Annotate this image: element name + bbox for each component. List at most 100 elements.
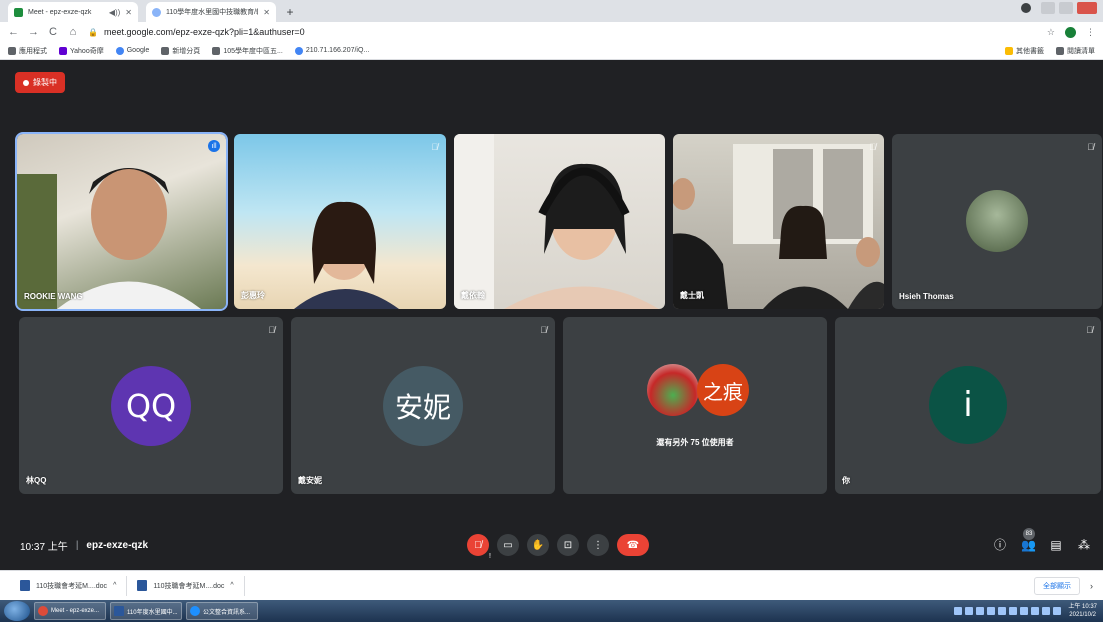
participant-video [17, 168, 201, 309]
forward-icon[interactable]: → [28, 26, 39, 38]
more-options-button[interactable]: ⋮ [587, 534, 609, 556]
browser-tab[interactable]: Meet - epz-exze-qzk ◀)) ✕ [8, 2, 138, 22]
people-button[interactable]: 83 👥 [1021, 527, 1036, 552]
tab-title: 110學年度水里國中技職教育/轉職... [166, 9, 258, 16]
close-window-button[interactable] [1077, 2, 1097, 14]
show-all-downloads-button[interactable]: 全部顯示 [1034, 576, 1080, 595]
tray-icon[interactable] [1009, 607, 1018, 615]
participant-tile[interactable]: 🎙̸ 彭惠玲 [234, 134, 446, 309]
new-tab-button[interactable]: + [282, 4, 298, 20]
self-tile[interactable]: i 🎙̸ 你 [835, 317, 1101, 494]
download-item[interactable]: 110技職會考延M....doc ^ [10, 575, 128, 596]
participant-tile[interactable]: ıll ROOKIE WANG [15, 132, 228, 311]
people-icon: 👥 [1021, 537, 1036, 552]
alert-badge-icon: ! [489, 553, 491, 560]
bookmark-google[interactable]: Google [115, 46, 149, 55]
participant-tile[interactable]: 🎙̸ 戴士凱 [673, 134, 884, 309]
word-file-icon [20, 580, 30, 591]
tray-icon[interactable] [987, 607, 996, 615]
present-button[interactable]: ⊡ [557, 534, 579, 556]
raise-hand-button[interactable]: ✋ [527, 534, 549, 556]
google-icon [115, 46, 124, 55]
close-downloads-icon[interactable]: › [1090, 581, 1093, 591]
tab-title: Meet - epz-exze-qzk [28, 8, 92, 16]
microphone-button[interactable]: 🎙̸! [467, 534, 491, 560]
chevron-up-icon[interactable]: ^ [230, 582, 233, 589]
taskbar-chrome[interactable]: Meet - epz-exze... [34, 602, 106, 620]
tab-audio-icon[interactable]: ◀)) [109, 8, 120, 17]
home-icon[interactable]: ⌂ [68, 26, 78, 38]
back-icon[interactable]: ← [8, 26, 19, 38]
meeting-time: 10:37 上午 [20, 542, 68, 553]
tray-icon[interactable] [1053, 607, 1062, 615]
participant-tile[interactable]: 🎙̸ Hsieh Thomas [892, 134, 1102, 309]
tray-icon[interactable] [1031, 607, 1040, 615]
download-filename: 110技職會考延M....doc [153, 582, 225, 590]
tray-icon[interactable] [1020, 607, 1029, 615]
browser-tab[interactable]: 110學年度水里國中技職教育/轉職... ✕ [146, 2, 276, 22]
leave-call-button[interactable]: ☎ [617, 534, 649, 556]
bookmarks-bar: 應用程式 Yahoo奇摩 Google 新增分頁 105學年度中區五... 21… [0, 42, 1103, 60]
chrome-account-icon[interactable] [1021, 3, 1031, 13]
bookmark-105[interactable]: 105學年度中區五... [212, 46, 283, 56]
activities-icon: ⁂ [1078, 537, 1090, 552]
minimize-button[interactable] [1041, 2, 1055, 14]
reading-list[interactable]: 閱讀清單 [1056, 46, 1095, 56]
participant-name: 戴依翰 [461, 291, 485, 300]
reading-list-icon [1056, 46, 1064, 55]
participant-name: 戴士凱 [680, 291, 704, 300]
downloads-bar: 110技職會考延M....doc ^ 110技職會考延M....doc ^ 全部… [0, 570, 1103, 600]
participant-tile[interactable]: QQ 🎙̸ 林QQ [19, 317, 283, 494]
menu-icon[interactable]: ⋮ [1086, 27, 1095, 38]
center-controls: 🎙̸! ▭ ✋ ⊡ ⋮ ☎ [467, 534, 649, 560]
tray-icon[interactable] [998, 607, 1007, 615]
bookmark-new-tab[interactable]: 新增分頁 [161, 46, 200, 56]
tray-icon[interactable] [954, 607, 963, 615]
camera-button[interactable]: ▭ [497, 534, 519, 556]
close-tab-icon[interactable]: ✕ [263, 8, 270, 17]
taskbar-ie[interactable]: 公文整合資訊系... [186, 602, 258, 620]
self-avatar: i [929, 366, 1007, 444]
meet-favicon-icon [14, 7, 23, 17]
participant-tile[interactable]: 安妮 🎙̸ 戴安妮 [291, 317, 555, 494]
chat-button[interactable]: ▤ [1049, 538, 1063, 552]
meeting-details-button[interactable]: ⓘ [993, 536, 1007, 553]
maximize-button[interactable] [1059, 2, 1073, 14]
bookmark-ip[interactable]: 210.71.166.207/iQ... [294, 46, 369, 55]
tray-icon[interactable] [965, 607, 974, 615]
participant-tile[interactable]: 戴依翰 [454, 134, 665, 309]
system-clock[interactable]: 上午 10:37 2021/10/2 [1068, 603, 1097, 619]
present-icon: ⊡ [563, 539, 573, 551]
taskbar-word[interactable]: 110年度水里國中... [110, 602, 182, 620]
meeting-code: epz-exze-qzk [86, 540, 149, 551]
globe-icon [212, 46, 221, 55]
participant-name: ROOKIE WANG [24, 292, 83, 301]
participant-name: 彭惠玲 [241, 291, 265, 300]
url-input[interactable]: 🔒 meet.google.com/epz-exze-qzk?pli=1&aut… [88, 24, 1037, 40]
start-button[interactable] [4, 601, 30, 621]
others-tile[interactable]: 之痕 還有另外 75 位使用者 [563, 317, 827, 494]
avatar-initials: QQ [125, 387, 177, 425]
activities-button[interactable]: ⁂ [1077, 538, 1091, 552]
tray-icon[interactable] [1042, 607, 1051, 615]
lock-icon[interactable]: 🔒 [88, 28, 98, 37]
profile-avatar[interactable] [1065, 26, 1076, 38]
folder-icon [1005, 46, 1013, 55]
close-tab-icon[interactable]: ✕ [125, 8, 132, 17]
download-item[interactable]: 110技職會考延M....doc ^ [127, 575, 245, 596]
reload-icon[interactable]: C [48, 26, 58, 38]
mic-off-icon: 🎙̸ [474, 539, 482, 551]
chevron-up-icon[interactable]: ^ [113, 582, 116, 589]
tray-icon[interactable] [976, 607, 985, 615]
avatar-initials: 安妮 [394, 391, 451, 424]
globe-icon [161, 46, 170, 55]
bookmark-star-icon[interactable]: ☆ [1047, 27, 1055, 38]
bookmark-yahoo[interactable]: Yahoo奇摩 [59, 46, 104, 56]
bookmark-other[interactable]: 其他書籤 [1005, 46, 1044, 56]
site-favicon-icon [152, 7, 161, 17]
taskbar: Meet - epz-exze... 110年度水里國中... 公文整合資訊系.… [0, 600, 1103, 622]
mic-off-icon: 🎙̸ [431, 142, 438, 152]
chrome-icon [38, 606, 48, 616]
bookmark-apps[interactable]: 應用程式 [8, 46, 47, 56]
camera-icon: ▭ [503, 539, 513, 551]
